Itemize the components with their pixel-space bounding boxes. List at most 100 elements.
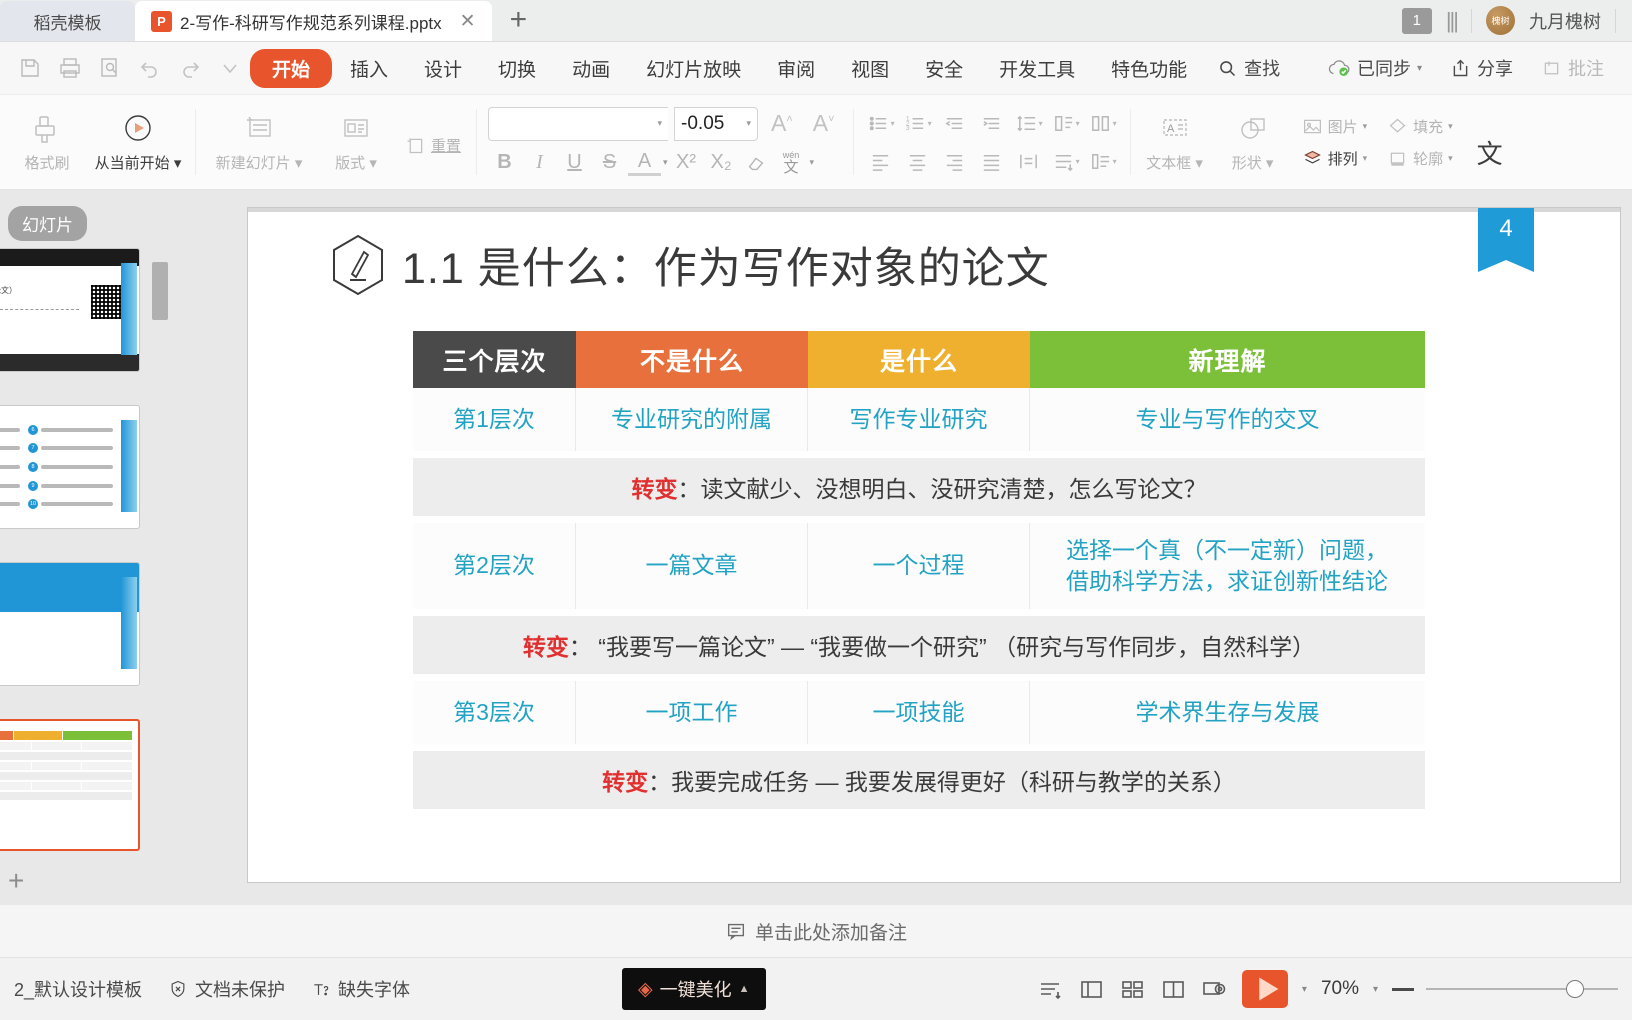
chevron-down-icon[interactable]: ▾ (1363, 121, 1368, 132)
print-preview-icon[interactable] (95, 53, 125, 83)
protection-status[interactable]: 文档未保护 (168, 976, 285, 1002)
start-slideshow-button[interactable] (1241, 970, 1288, 1008)
thumbnail-slide-3[interactable]: 的全新认识 (0, 562, 140, 686)
slide-thumbnail-panel[interactable]: 幻灯片 KOYAHOYO 作规范 （论文） 主讲人：九月槐树 6 7 (0, 190, 238, 905)
slide-sorter-icon[interactable] (1119, 976, 1146, 1003)
italic-button[interactable]: I (523, 148, 556, 178)
chevron-down-icon[interactable]: ▾ (1448, 153, 1453, 164)
phonetic-guide-button[interactable]: wén 文 (775, 148, 808, 178)
tab-animation[interactable]: 动画 (554, 49, 628, 88)
three-levels-table[interactable]: 三个层次 不是什么 是什么 新理解 第1层次 专业研究的附属 写作专业研究 专业… (413, 331, 1425, 816)
font-name-input[interactable]: ▾ (488, 106, 669, 141)
close-icon[interactable]: ✕ (460, 10, 476, 33)
tab-docer-template[interactable]: 稻壳模板 (0, 1, 135, 41)
slide-surface[interactable]: 4 1.1 是什么：作为写作对象的论文 三个层次 不是什么 是什么 新理解 第1… (248, 208, 1620, 882)
redo-icon[interactable] (175, 53, 205, 83)
zoom-knob[interactable] (1566, 980, 1584, 998)
clear-format-icon[interactable] (740, 148, 773, 178)
font-color-button[interactable]: A (628, 149, 662, 176)
tab-transition[interactable]: 切换 (480, 49, 554, 88)
chevron-down-icon[interactable]: ▾ (1417, 63, 1422, 74)
arrange-button[interactable]: 排列 ▾ (1296, 146, 1374, 171)
zoom-track[interactable] (1426, 980, 1618, 998)
numbered-list-button[interactable]: 1 2 3 ▾ (900, 108, 936, 139)
chevron-down-icon[interactable]: ▾ (1302, 984, 1307, 995)
shape-button[interactable]: 形状 ▾ (1214, 98, 1292, 186)
text-effect-button[interactable]: 文 (1463, 98, 1517, 186)
add-slide-button[interactable]: + (8, 865, 24, 897)
zoom-out-button[interactable] (1392, 987, 1414, 991)
align-text-button[interactable]: ▾ (1048, 146, 1084, 177)
tab-start[interactable]: 开始 (250, 48, 333, 88)
zoom-slider[interactable] (1392, 980, 1618, 998)
layout-button[interactable]: 版式 ▾ (317, 98, 395, 186)
thumbnail-slide-2[interactable]: 6 7 8 9 10 (0, 405, 140, 529)
format-painter-button[interactable]: 格式刷 (8, 98, 86, 186)
chevron-down-icon[interactable]: ▾ (1363, 153, 1368, 164)
line-spacing-button[interactable]: ▾ (1011, 108, 1047, 139)
comment-button[interactable]: 批注 (1529, 51, 1616, 85)
avatar[interactable]: 槐树 (1486, 6, 1515, 35)
distribute-button[interactable] (1011, 146, 1047, 177)
column-layout-button[interactable]: ▾ (1085, 108, 1121, 139)
font-size-input[interactable]: -0.05 ▾ (674, 106, 759, 141)
start-from-current-button[interactable]: 从当前开始 ▾ (86, 98, 190, 186)
chevron-down-icon[interactable]: ▾ (663, 157, 668, 168)
align-center-button[interactable] (900, 146, 936, 177)
search-button[interactable]: 查找 (1205, 51, 1292, 85)
text-direction-button[interactable]: ▾ (1048, 108, 1084, 139)
chevron-down-icon[interactable]: ▾ (1373, 984, 1378, 995)
decrease-indent-button[interactable] (937, 108, 973, 139)
subscript-button[interactable]: X₂ (705, 148, 738, 178)
tab-review[interactable]: 审阅 (759, 49, 833, 88)
window-count-badge[interactable]: 1 (1401, 7, 1432, 34)
shrink-font-button[interactable]: A˅ (806, 110, 842, 137)
normal-view-icon[interactable] (1078, 976, 1105, 1003)
page-title[interactable]: 1.1 是什么：作为写作对象的论文 (330, 234, 1050, 296)
chevron-up-icon[interactable]: ▲ (739, 983, 750, 995)
grow-font-button[interactable]: A˄ (764, 110, 800, 137)
tab-insert[interactable]: 插入 (332, 49, 406, 88)
tab-featured[interactable]: 特色功能 (1093, 49, 1205, 88)
picture-button[interactable]: 图片 ▾ (1296, 114, 1374, 139)
missing-font-status[interactable]: 缺失字体 (311, 976, 410, 1002)
justify-button[interactable] (974, 146, 1010, 177)
chevron-down-icon[interactable]: ▾ (1448, 121, 1453, 132)
smartart-button[interactable]: ▾ (1085, 146, 1121, 177)
new-tab-button[interactable]: + (510, 3, 528, 41)
chevron-down-icon[interactable]: ▾ (746, 118, 751, 129)
thumbnail-slide-1[interactable]: KOYAHOYO 作规范 （论文） 主讲人：九月槐树 (0, 248, 140, 372)
tab-security[interactable]: 安全 (907, 49, 981, 88)
superscript-button[interactable]: X² (670, 148, 703, 178)
bold-button[interactable]: B (488, 148, 521, 178)
print-icon[interactable] (55, 53, 85, 83)
save-icon[interactable] (15, 53, 45, 83)
outline-view-icon[interactable] (1037, 976, 1064, 1003)
tab-design[interactable]: 设计 (406, 49, 480, 88)
reading-view-icon[interactable] (1160, 976, 1187, 1003)
thumbnail-slide-4[interactable] (0, 719, 140, 851)
presenter-view-icon[interactable] (1201, 976, 1228, 1003)
chevron-down-icon[interactable]: ▾ (810, 157, 815, 168)
thumbnail-scrollbar[interactable] (152, 262, 168, 320)
bullet-list-button[interactable]: ▾ (863, 108, 899, 139)
underline-button[interactable]: U (558, 148, 591, 178)
textbox-button[interactable]: A 文本框 ▾ (1136, 98, 1214, 186)
user-name-label[interactable]: 九月槐树 (1529, 8, 1601, 34)
tab-view[interactable]: 视图 (833, 49, 907, 88)
tab-developer-tools[interactable]: 开发工具 (981, 49, 1093, 88)
customize-quick-access-icon[interactable] (215, 53, 245, 83)
notes-pane[interactable]: 单击此处添加备注 (0, 905, 1632, 957)
align-right-button[interactable] (937, 146, 973, 177)
reset-button[interactable]: 重置 (399, 133, 467, 158)
sync-status-button[interactable]: 已同步 ▾ (1315, 51, 1434, 85)
tab-slideshow[interactable]: 幻灯片放映 (628, 49, 759, 88)
increase-indent-button[interactable] (974, 108, 1010, 139)
tab-presentation-file[interactable]: P 2-写作-科研写作规范系列课程.pptx ✕ (135, 1, 492, 41)
strikethrough-button[interactable]: S (593, 148, 626, 178)
window-stack-icon[interactable]: ||| (1446, 8, 1459, 34)
align-left-button[interactable] (863, 146, 899, 177)
new-slide-button[interactable]: 新建幻灯片 ▾ (201, 98, 317, 186)
outline-button[interactable]: 轮廓 ▾ (1381, 146, 1459, 171)
design-template-status[interactable]: 2_默认设计模板 (14, 976, 142, 1002)
